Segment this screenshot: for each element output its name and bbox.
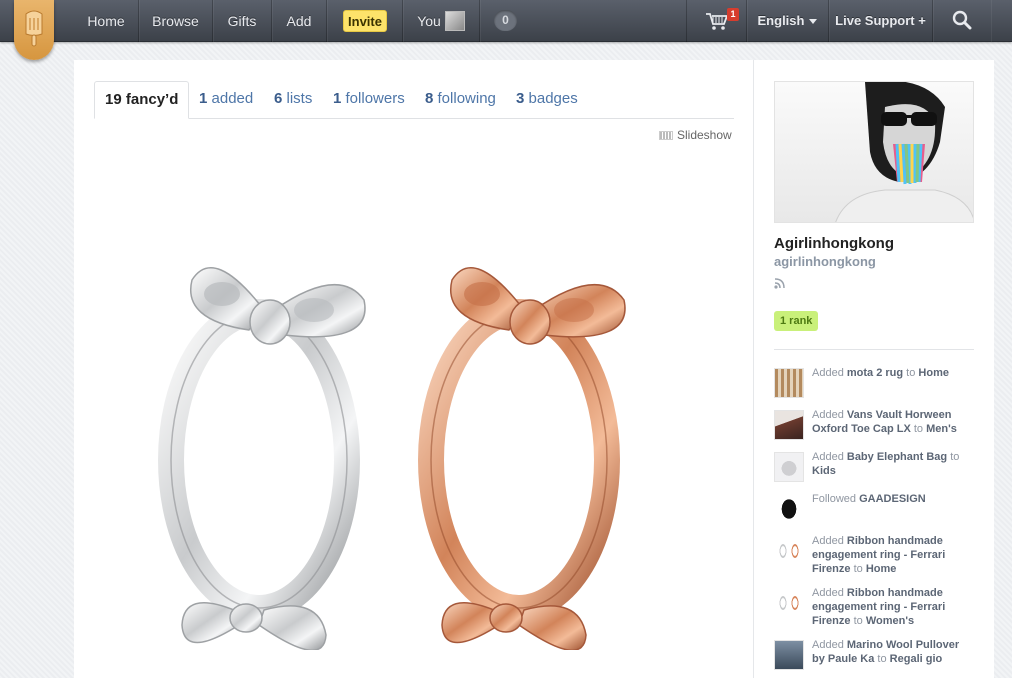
nav-browse[interactable]: Browse bbox=[139, 0, 213, 42]
activity-item-link[interactable]: mota 2 rug bbox=[847, 367, 903, 379]
slideshow-icon bbox=[659, 131, 673, 141]
activity-prep: to bbox=[913, 423, 924, 435]
tab-badges-count: 3 bbox=[516, 90, 525, 107]
popsicle-logo-icon bbox=[25, 10, 43, 47]
activity-text: Added Vans Vault Horween Oxford Toe Cap … bbox=[812, 408, 974, 436]
activity-prep: to bbox=[906, 367, 916, 379]
tab-badges[interactable]: 3 badges bbox=[516, 81, 578, 119]
cart-button[interactable] bbox=[686, 0, 747, 42]
tab-following-label: following bbox=[437, 90, 496, 107]
activity-text: Added Ribbon handmade engagement ring - … bbox=[812, 534, 974, 576]
profile-photo[interactable] bbox=[774, 81, 974, 223]
profile-name[interactable]: Agirlinhongkong bbox=[774, 235, 894, 252]
tab-lists-count: 6 bbox=[274, 90, 283, 107]
tab-fancyd-label: fancy’d bbox=[125, 91, 179, 108]
tab-lists[interactable]: 6 lists bbox=[274, 81, 312, 119]
cart-count-badge: 1 bbox=[727, 8, 739, 21]
profile-photo-image bbox=[835, 82, 973, 222]
tab-added-count: 1 bbox=[199, 90, 208, 107]
tab-fancyd[interactable]: 19 fancy’d bbox=[94, 81, 190, 119]
tab-followers[interactable]: 1 followers bbox=[333, 81, 405, 119]
activity-prep: to bbox=[950, 451, 960, 463]
activity-target-link[interactable]: Women's bbox=[866, 615, 914, 627]
product-image-bow-rings[interactable] bbox=[154, 250, 634, 650]
activity-thumbnail-bag[interactable] bbox=[774, 452, 804, 482]
activity-verb: Added bbox=[812, 367, 844, 379]
activity-verb: Added bbox=[812, 639, 844, 651]
nav-add[interactable]: Add bbox=[272, 0, 327, 42]
tab-added[interactable]: 1 added bbox=[199, 81, 253, 119]
search-button[interactable] bbox=[933, 0, 991, 42]
nav-you[interactable]: You bbox=[403, 0, 480, 42]
rss-icon[interactable] bbox=[774, 277, 786, 289]
tab-lists-label: lists bbox=[286, 90, 313, 107]
activity-verb: Added bbox=[812, 409, 844, 421]
activity-item-link[interactable]: Baby Elephant Bag bbox=[847, 451, 947, 463]
activity-thumbnail-pullover[interactable] bbox=[774, 640, 804, 670]
fancy-logo[interactable] bbox=[14, 0, 54, 60]
slideshow-button[interactable]: Slideshow bbox=[659, 128, 732, 142]
activity-target-link[interactable]: Regali gio bbox=[890, 653, 943, 665]
tab-added-label: added bbox=[211, 90, 254, 107]
tab-followers-count: 1 bbox=[333, 90, 342, 107]
top-navigation-bar: Home Browse Gifts Add Invite You 0 1 Eng… bbox=[0, 0, 1012, 42]
profile-handle[interactable]: agirlinhongkong bbox=[774, 254, 876, 269]
activity-thumbnail-rings[interactable] bbox=[774, 536, 804, 566]
main-panel: 19 fancy’d 1 added 6 lists 1 followers 8… bbox=[74, 60, 754, 678]
rank-badge[interactable]: 1 rank bbox=[774, 311, 819, 331]
activity-thumbnail-shoe[interactable] bbox=[774, 410, 804, 440]
cart-icon bbox=[705, 12, 728, 30]
user-avatar-small bbox=[444, 10, 465, 31]
nav-home[interactable]: Home bbox=[74, 0, 139, 42]
activity-verb: Added bbox=[812, 451, 844, 463]
activity-thumbnail-rings[interactable] bbox=[774, 588, 804, 618]
profile-tabs: 19 fancy’d 1 added 6 lists 1 followers 8… bbox=[94, 81, 734, 119]
activity-prep: to bbox=[877, 653, 887, 665]
activity-target-link[interactable]: Men's bbox=[926, 423, 957, 435]
activity-text: Followed GAADESIGN bbox=[812, 492, 974, 506]
activity-thumbnail-user[interactable] bbox=[774, 494, 804, 524]
activity-text: Added Ribbon handmade engagement ring - … bbox=[812, 586, 974, 628]
activity-prep: to bbox=[853, 615, 863, 627]
activity-verb: Added bbox=[812, 587, 844, 599]
silver-ring bbox=[158, 267, 366, 650]
search-icon bbox=[952, 11, 972, 30]
tab-followers-label: followers bbox=[345, 90, 405, 107]
tab-fancyd-count: 19 bbox=[105, 91, 122, 108]
tab-following-count: 8 bbox=[425, 90, 434, 107]
activity-target-link[interactable]: Home bbox=[866, 563, 897, 575]
activity-prep: to bbox=[853, 563, 863, 575]
activity-text: Added Marino Wool Pullover by Paule Ka t… bbox=[812, 638, 974, 666]
tab-badges-label: badges bbox=[528, 90, 578, 107]
activity-thumbnail-rug[interactable] bbox=[774, 368, 804, 398]
sidebar-divider bbox=[774, 349, 974, 350]
language-label: English bbox=[757, 13, 805, 28]
tab-following[interactable]: 8 following bbox=[425, 81, 496, 119]
language-selector[interactable]: English bbox=[747, 0, 829, 42]
live-support-button[interactable]: Live Support + bbox=[829, 0, 933, 42]
activity-target-link[interactable]: Kids bbox=[812, 465, 836, 477]
nav-you-label: You bbox=[417, 13, 441, 29]
notification-count[interactable]: 0 bbox=[494, 10, 517, 31]
slideshow-label: Slideshow bbox=[677, 128, 732, 142]
rose-gold-ring bbox=[418, 267, 626, 650]
profile-sidebar: Agirlinhongkong agirlinhongkong 1 rank A… bbox=[754, 60, 994, 678]
activity-item-link[interactable]: GAADESIGN bbox=[859, 493, 926, 505]
chevron-down-icon bbox=[809, 19, 818, 25]
nav-gifts[interactable]: Gifts bbox=[213, 0, 272, 42]
activity-text: Added Baby Elephant Bag to Kids bbox=[812, 450, 974, 478]
activity-text: Added mota 2 rug to Home bbox=[812, 366, 974, 380]
activity-target-link[interactable]: Home bbox=[918, 367, 949, 379]
invite-button[interactable]: Invite bbox=[343, 10, 387, 32]
activity-verb: Added bbox=[812, 535, 844, 547]
activity-verb: Followed bbox=[812, 493, 857, 505]
